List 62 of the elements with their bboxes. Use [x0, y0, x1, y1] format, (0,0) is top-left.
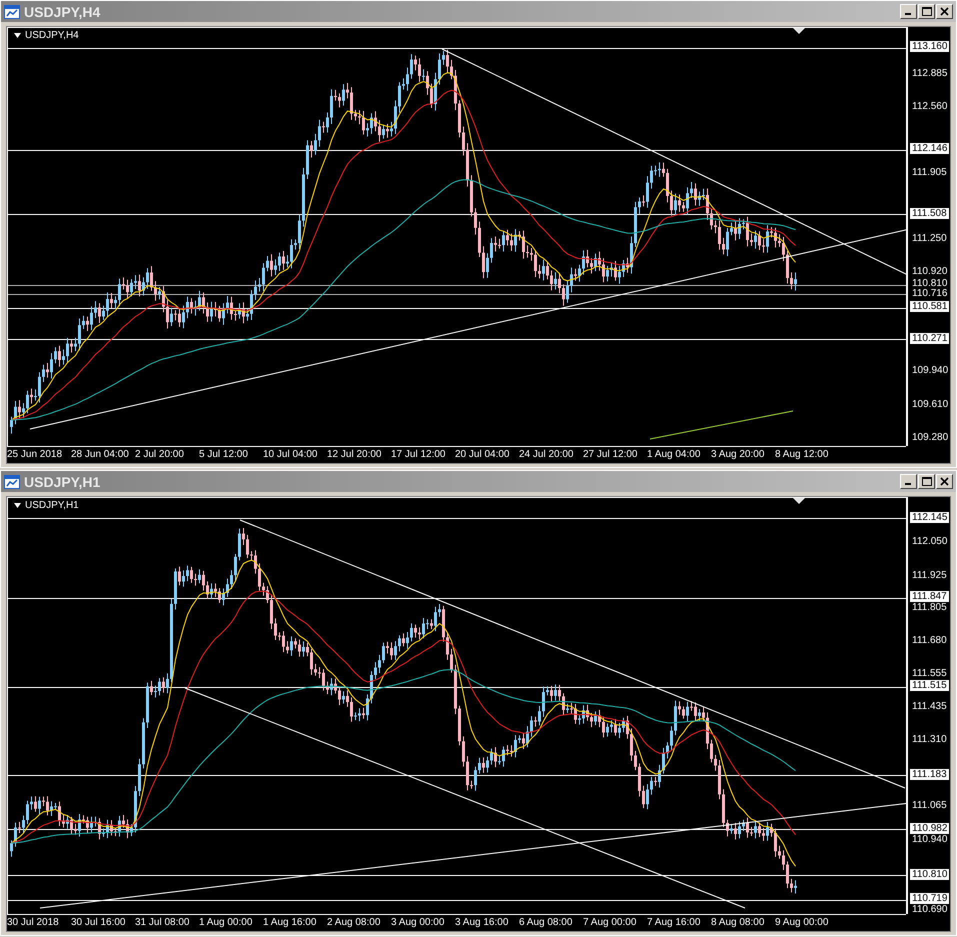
time-label: 28 Jun 04:00 — [71, 448, 130, 462]
price-tick: 109.940 — [912, 365, 948, 378]
price-tick: 109.610 — [912, 398, 948, 411]
time-label: 1 Aug 16:00 — [263, 916, 318, 930]
price-tick: 111.310 — [912, 734, 947, 746]
price-tick: 110.920 — [912, 266, 948, 278]
window-title: USDJPY,H4 — [24, 4, 102, 20]
time-label: 3 Aug 00:00 — [391, 916, 446, 930]
time-label: 1 Aug 04:00 — [647, 448, 702, 462]
price-level-label: 111.183 — [910, 768, 949, 780]
price-tick: 111.435 — [912, 700, 947, 713]
time-label: 7 Aug 00:00 — [583, 916, 638, 930]
time-label: 12 Jul 20:00 — [327, 448, 382, 462]
price-tick: 111.250 — [912, 233, 947, 246]
time-label: 31 Jul 08:00 — [135, 916, 190, 930]
time-label: 6 Aug 08:00 — [519, 916, 574, 930]
time-label: 30 Jul 16:00 — [71, 916, 126, 930]
chart-label: USDJPY,H1 — [25, 500, 79, 511]
price-level-label: 112.145 — [910, 512, 950, 522]
time-label: 27 Jul 12:00 — [583, 448, 638, 462]
price-level-label: 110.810 — [910, 278, 950, 290]
time-label: 30 Jul 2018 — [7, 916, 60, 930]
price-level-label: 110.982 — [910, 822, 950, 834]
chart-label: USDJPY,H4 — [25, 30, 79, 41]
price-level-label: 113.160 — [910, 41, 950, 52]
price-level-label: 110.581 — [910, 301, 950, 312]
time-label: 25 Jun 2018 — [7, 448, 64, 462]
time-label: 2 Jul 20:00 — [135, 448, 185, 462]
price-level-label: 110.271 — [910, 332, 950, 344]
price-tick: 111.905 — [912, 167, 947, 180]
price-tick: 110.690 — [912, 904, 948, 916]
time-label: 5 Jul 12:00 — [199, 448, 249, 462]
time-label: 7 Aug 16:00 — [647, 916, 702, 930]
time-label: 2 Aug 08:00 — [327, 916, 382, 930]
price-tick: 110.940 — [912, 834, 948, 846]
price-tick: 109.280 — [912, 432, 948, 444]
price-tick: 111.555 — [912, 668, 947, 680]
price-level-label: 111.515 — [910, 680, 949, 692]
time-label: 1 Aug 00:00 — [199, 916, 254, 930]
time-label: 3 Aug 20:00 — [711, 448, 766, 462]
price-level-label: 112.146 — [910, 143, 950, 154]
price-tick: 111.065 — [912, 800, 947, 812]
price-level-label: 111.508 — [910, 208, 949, 219]
time-label: 10 Jul 04:00 — [263, 448, 318, 462]
window-title: USDJPY,H1 — [24, 474, 102, 490]
price-tick: 111.925 — [912, 570, 947, 582]
price-tick: 111.805 — [912, 602, 947, 614]
price-tick: 112.885 — [912, 68, 948, 80]
price-level-label: 110.716 — [910, 288, 950, 299]
price-tick: 112.560 — [912, 101, 948, 114]
time-label: 9 Aug 00:00 — [775, 916, 830, 930]
price-level-label: 110.719 — [910, 893, 950, 904]
time-label: 20 Jul 04:00 — [455, 448, 510, 462]
price-level-label: 111.847 — [910, 591, 949, 602]
time-label: 3 Aug 16:00 — [455, 916, 510, 930]
time-label: 17 Jul 12:00 — [391, 448, 446, 462]
price-level-label: 110.810 — [910, 868, 950, 880]
price-tick: 111.680 — [912, 635, 947, 648]
time-label: 24 Jul 20:00 — [519, 448, 574, 462]
time-label: 8 Aug 08:00 — [711, 916, 766, 930]
price-tick: 112.050 — [912, 536, 948, 548]
time-label: 8 Aug 12:00 — [775, 448, 830, 462]
